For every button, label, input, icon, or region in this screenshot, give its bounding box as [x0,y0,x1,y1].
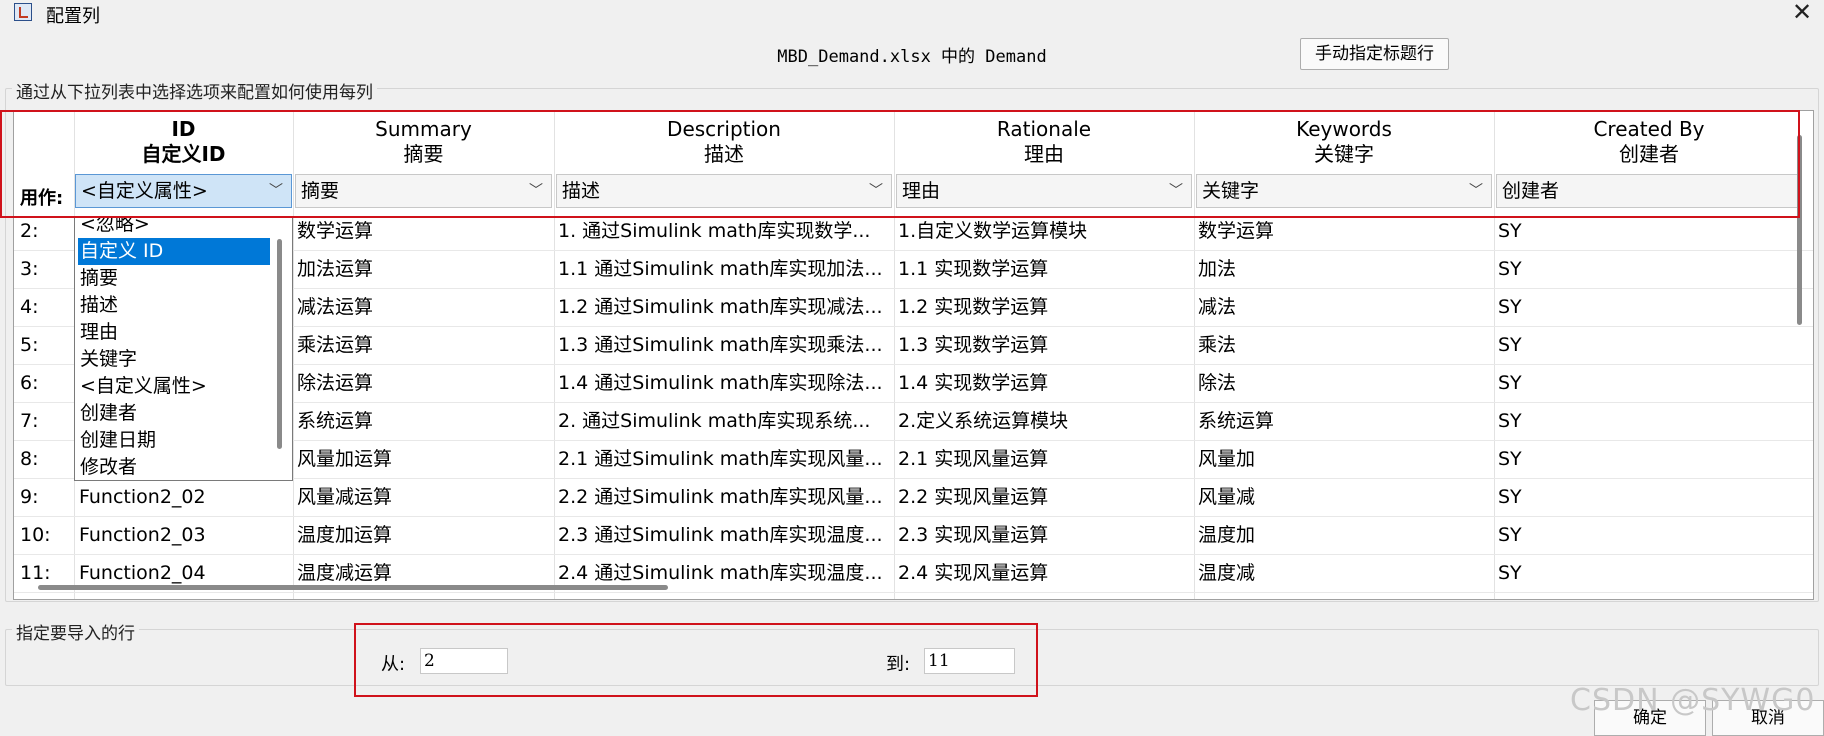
columns-group-label: 通过从下拉列表中选择选项来配置如何使用每列 [12,78,377,103]
cell-created-by: SY [1498,372,1522,394]
cell-summary: 系统运算 [297,410,374,432]
cell-rationale: 2.3 实现风量运算 [898,524,1049,546]
manual-header-row-button[interactable]: 手动指定标题行 [1300,38,1449,70]
cell-rationale: 2.4 实现风量运算 [898,562,1049,584]
row-number: 10: [20,524,51,546]
close-icon[interactable]: ✕ [1792,0,1812,26]
cell-summary: 温度加运算 [297,524,393,546]
cell-description: 1.1 通过Simulink math库实现加法... [558,258,883,280]
cell-id: Function2_02 [79,486,206,508]
row-number: 6: [20,372,39,394]
cell-description: 1.2 通过Simulink math库实现减法... [558,296,883,318]
cell-summary: 风量减运算 [297,486,393,508]
to-row-field[interactable]: 11 [924,648,1015,674]
cell-summary: 乘法运算 [297,334,374,356]
cell-keywords: 温度减 [1198,562,1256,584]
cell-rationale: 1.2 实现数学运算 [898,296,1049,318]
cell-keywords: 风量加 [1198,448,1256,470]
dropdown-option[interactable]: 摘要 [78,265,270,292]
sheet-title: MBD_Demand.xlsx 中的 Demand [777,47,1047,67]
cell-keywords: 减法 [1198,296,1237,318]
row-number: 8: [20,448,39,470]
cell-summary: 减法运算 [297,296,374,318]
cell-keywords: 加法 [1198,258,1237,280]
header-highlight-box [0,110,1800,218]
matlab-app-icon [14,3,32,21]
cell-keywords: 乘法 [1198,334,1237,356]
cell-keywords: 温度加 [1198,524,1256,546]
dropdown-scrollbar[interactable] [277,239,282,449]
dropdown-option[interactable]: <自定义属性> [78,373,270,400]
table-row: 9: Function2_02 风量减运算 2.2 通过Simulink mat… [14,478,1813,517]
from-label: 从: [381,654,406,675]
from-row-field[interactable]: 2 [420,648,508,674]
cell-summary: 风量加运算 [297,448,393,470]
rows-group-label: 指定要导入的行 [12,619,139,644]
cell-rationale: 1.3 实现数学运算 [898,334,1049,356]
cell-created-by: SY [1498,448,1522,470]
cell-description: 1.3 通过Simulink math库实现乘法... [558,334,883,356]
window-title: 配置列 [46,6,100,27]
row-number: 9: [20,486,39,508]
cell-created-by: SY [1498,410,1522,432]
cell-description: 1.4 通过Simulink math库实现除法... [558,372,883,394]
cell-rationale: 1.4 实现数学运算 [898,372,1049,394]
row-number: 4: [20,296,39,318]
cell-created-by: SY [1498,296,1522,318]
dropdown-option[interactable]: 创建日期 [78,427,270,454]
cell-created-by: SY [1498,486,1522,508]
dropdown-option[interactable]: 理由 [78,319,270,346]
cell-rationale: 2.1 实现风量运算 [898,448,1049,470]
dropdown-option[interactable]: 创建者 [78,400,270,427]
cell-created-by: SY [1498,258,1522,280]
row-number: 3: [20,258,39,280]
cell-created-by: SY [1498,334,1522,356]
row-number: 7: [20,410,39,432]
cell-created-by: SY [1498,562,1522,584]
dropdown-option[interactable]: 关键字 [78,346,270,373]
cell-keywords: 风量减 [1198,486,1256,508]
cell-description: 2. 通过Simulink math库实现系统... [558,410,871,432]
cell-id: Function2_03 [79,524,206,546]
cell-rationale: 1.1 实现数学运算 [898,258,1049,280]
cell-rationale: 2.定义系统运算模块 [898,410,1069,432]
table-horizontal-scrollbar[interactable] [38,585,668,590]
cell-summary: 除法运算 [297,372,374,394]
dropdown-option[interactable]: 修改者 [78,454,270,480]
dropdown-option-selected[interactable]: 自定义 ID [78,238,270,265]
cell-summary: 加法运算 [297,258,374,280]
cell-keywords: 系统运算 [1198,410,1275,432]
cell-keywords: 除法 [1198,372,1237,394]
dropdown-option[interactable]: <忽略> [78,217,270,238]
use-as-dropdown-list[interactable]: <忽略> 自定义 ID 摘要 描述 理由 关键字 <自定义属性> 创建者 创建日… [74,216,293,481]
cell-created-by: SY [1498,524,1522,546]
row-number: 5: [20,334,39,356]
dropdown-option[interactable]: 描述 [78,292,270,319]
cell-description: 2.1 通过Simulink math库实现风量... [558,448,883,470]
cell-description: 2.2 通过Simulink math库实现风量... [558,486,883,508]
table-row: 10: Function2_03 温度加运算 2.3 通过Simulink ma… [14,516,1813,555]
cell-rationale: 2.2 实现风量运算 [898,486,1049,508]
to-label: 到: [886,654,911,675]
cell-description: 2.3 通过Simulink math库实现温度... [558,524,883,546]
title-bar [0,0,1824,30]
csdn-watermark: CSDN @SYWG0 [1570,683,1816,718]
